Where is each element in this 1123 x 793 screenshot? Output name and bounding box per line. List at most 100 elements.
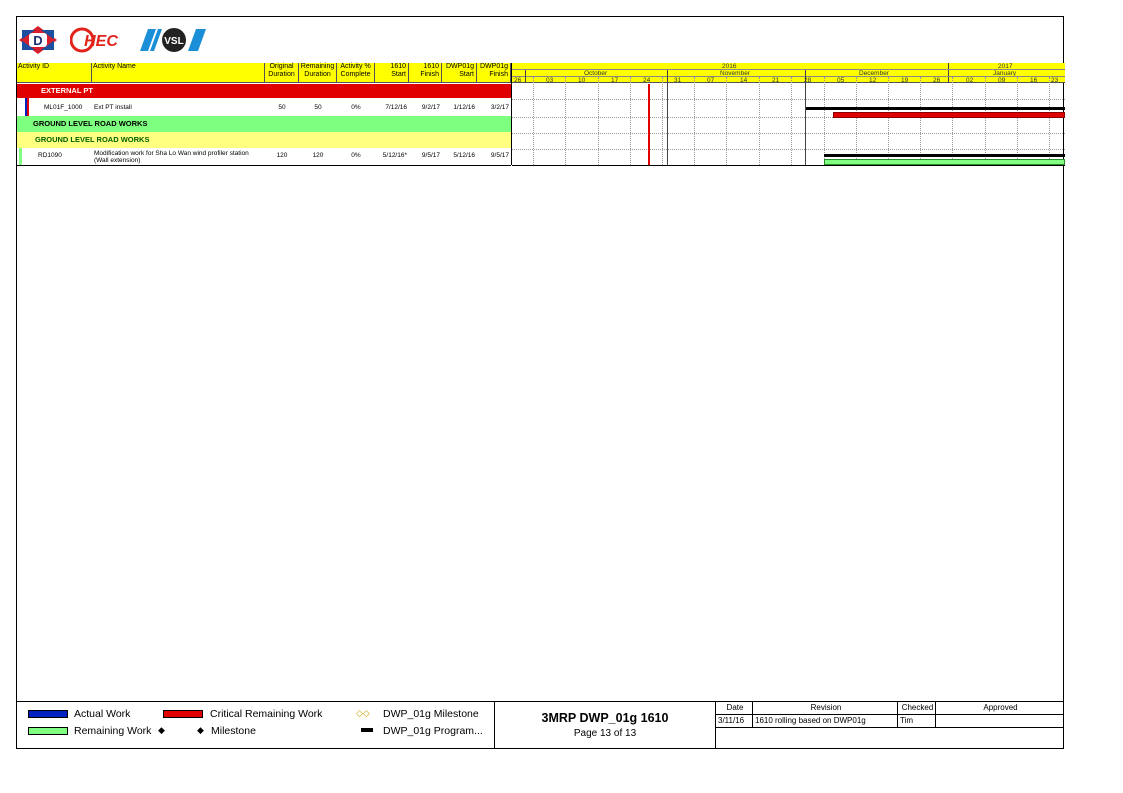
data-date-line (648, 84, 650, 165)
rev-header-date: Date (716, 702, 753, 715)
cell-original-duration: 50 (278, 104, 286, 111)
week-gridline (598, 77, 599, 165)
legend-actual-swatch (28, 710, 68, 718)
milestone-icon: ◆ (197, 725, 204, 735)
col-header-activity-complete[interactable]: Activity % Complete (337, 63, 375, 83)
legend-actual-label: Actual Work (74, 708, 131, 720)
title-block: 3MRP DWP_01g 1610 Page 13 of 13 (494, 702, 716, 749)
week-gridline (920, 77, 921, 165)
band-ground-level-road-works-sub[interactable]: GROUND LEVEL ROAD WORKS (17, 132, 511, 148)
col-header-activity-id[interactable]: Activity ID (17, 63, 92, 83)
cell-1610-finish: 9/5/17 (421, 152, 440, 159)
timescale-rule (512, 76, 1065, 77)
chec-logo: HEC (70, 27, 118, 53)
vsl-logo: VSL (140, 28, 206, 52)
week-label: 14 (740, 77, 748, 84)
cell-original-duration: 120 (276, 152, 288, 159)
col-header-original-duration[interactable]: Original Duration (265, 63, 299, 83)
week-label: 21 (772, 77, 780, 84)
legend-critical-label: Critical Remaining Work (210, 708, 323, 720)
revision-table: Date Revision Checked Approved 3/11/16 1… (716, 702, 1064, 749)
rev-header-checked: Checked (898, 702, 936, 715)
cell-remaining-duration: 50 (314, 104, 322, 111)
program-bar-rd1090[interactable] (824, 154, 1065, 157)
gantt-bottom-border (512, 165, 1065, 166)
company-logos: D HEC VSL (18, 25, 218, 55)
page-number: Page 13 of 13 (573, 728, 637, 739)
remaining-bar-rd1090[interactable] (824, 159, 1065, 165)
week-gridline (952, 77, 953, 165)
schedule-title: 3MRP DWP_01g 1610 (541, 711, 669, 725)
week-label: 23 (1051, 77, 1059, 84)
legend-dwp-milestone-label: DWP_01g Milestone (383, 708, 479, 720)
week-label: 16 (1030, 77, 1038, 84)
legend-remaining-label: Remaining Work (74, 725, 152, 737)
week-label: 19 (901, 77, 909, 84)
band-external-pt[interactable]: EXTERNAL PT (17, 84, 511, 98)
week-gridline (630, 77, 631, 165)
week-label: 31 (674, 77, 682, 84)
dwp-milestone-icon: ◇◇ (356, 708, 370, 718)
col-header-dwp01g-start[interactable]: DWP01g Start (442, 63, 477, 83)
col-header-1610-finish[interactable]: 1610 Finish (409, 63, 442, 83)
week-gridline (791, 77, 792, 165)
week-label: 03 (546, 77, 554, 84)
rev-header-approved: Approved (936, 702, 1063, 715)
footer: Actual Work Critical Remaining Work Rema… (16, 701, 1064, 749)
cell-activity-name: Ext PT install (94, 104, 132, 111)
week-label: 05 (837, 77, 845, 84)
row-separator (512, 133, 1065, 134)
week-gridline (662, 77, 663, 165)
svg-text:HEC: HEC (84, 33, 118, 50)
program-bar-ext-pt[interactable] (806, 107, 1065, 110)
cell-1610-start: 7/12/16 (385, 104, 407, 111)
band-ground-level-road-works[interactable]: GROUND LEVEL ROAD WORKS (17, 116, 511, 132)
svg-text:D: D (33, 33, 42, 48)
legend-critical-swatch (163, 710, 203, 718)
month-divider (525, 70, 526, 83)
legend-dwp-program-label: DWP_01g Program... (383, 725, 483, 737)
week-gridline (824, 77, 825, 165)
rev-checked: Tim (898, 715, 936, 728)
col-header-activity-name[interactable]: Activity Name (92, 63, 265, 83)
week-label: 26 (933, 77, 941, 84)
rev-date: 3/11/16 (716, 715, 753, 728)
gantt-chart: 2016 2017 October November December Janu… (511, 63, 1065, 166)
cell-dwp01g-finish: 3/2/17 (490, 104, 509, 111)
week-gridline (726, 77, 727, 165)
cell-complete: 0% (351, 152, 361, 159)
cell-remaining-duration: 120 (312, 152, 324, 159)
week-gridline (856, 77, 857, 165)
col-header-remaining-duration[interactable]: Remaining Duration (299, 63, 337, 83)
cell-activity-id: ML01F_1000 (44, 104, 83, 111)
cell-1610-start: 5/12/16* (382, 152, 407, 159)
cell-activity-name: Modification work for Sha Lo Wan wind pr… (94, 150, 249, 164)
week-gridline (565, 77, 566, 165)
rev-header-revision: Revision (753, 702, 898, 715)
week-gridline (533, 77, 534, 165)
col-header-dwp01g-finish[interactable]: DWP01g Finish (477, 63, 511, 83)
col-header-1610-start[interactable]: 1610 Start (375, 63, 409, 83)
critical-bar-ext-pt[interactable] (833, 112, 1065, 118)
cell-dwp01g-start: 5/12/16 (453, 152, 475, 159)
cell-dwp01g-start: 1/12/16 (453, 104, 475, 111)
week-label: 28 (804, 77, 812, 84)
week-gridline (1049, 77, 1050, 165)
week-label: 17 (611, 77, 619, 84)
cell-dwp01g-finish: 9/5/17 (490, 152, 509, 159)
cell-complete: 0% (351, 104, 361, 111)
table-row[interactable]: RD1090 Modification work for Sha Lo Wan … (17, 148, 511, 165)
week-label: 07 (707, 77, 715, 84)
week-label: 02 (966, 77, 974, 84)
legend-remaining-swatch (28, 727, 68, 735)
cell-1610-finish: 9/2/17 (421, 104, 440, 111)
week-gridline (1017, 77, 1018, 165)
table-bottom-border (17, 165, 511, 166)
table-row[interactable]: ML01F_1000 Ext PT install 50 50 0% 7/12/… (17, 100, 511, 114)
week-label: 26 (514, 77, 522, 84)
program-bar-icon (361, 728, 373, 732)
year-divider (948, 63, 949, 83)
week-label: 12 (869, 77, 877, 84)
week-gridline (888, 77, 889, 165)
week-gridline (985, 77, 986, 165)
